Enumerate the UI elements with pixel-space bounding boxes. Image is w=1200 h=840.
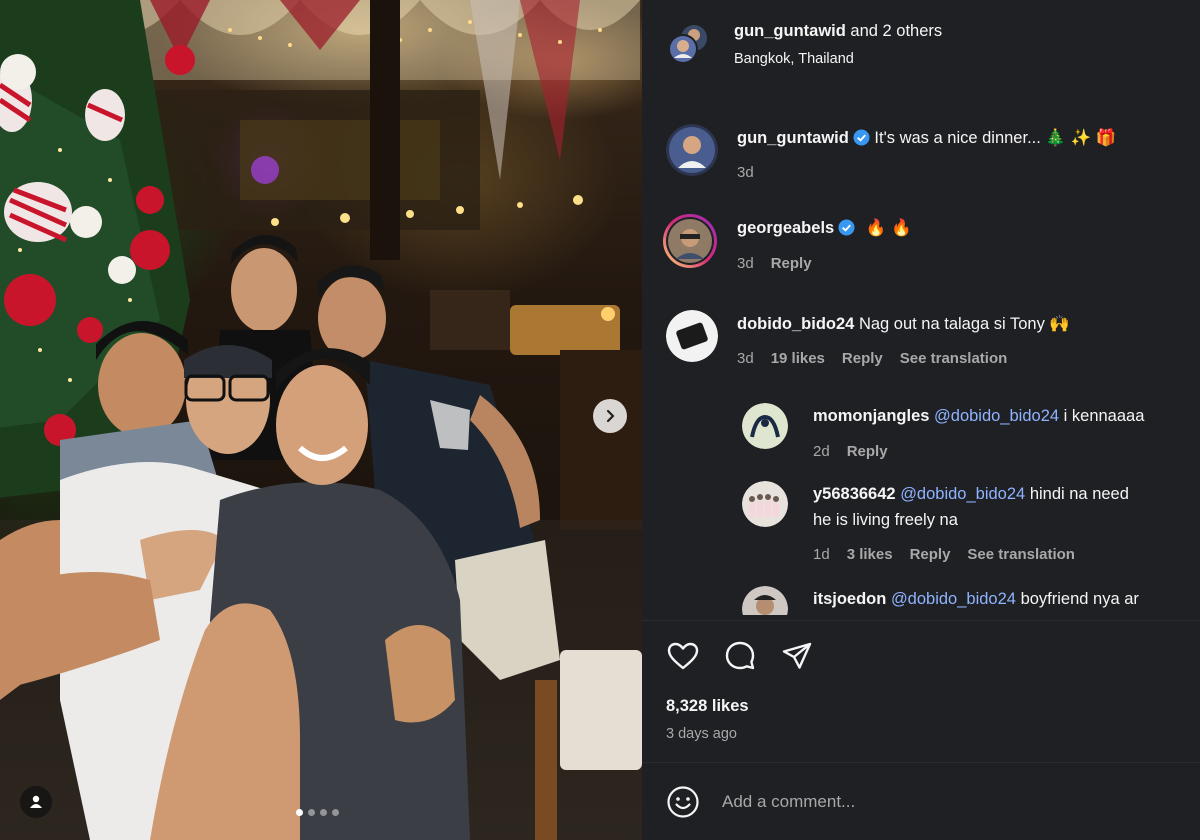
user-tag-icon [30, 795, 42, 808]
avatar[interactable] [662, 213, 718, 269]
post-location[interactable]: Bangkok, Thailand [734, 51, 854, 67]
post-photo[interactable] [0, 0, 642, 840]
carousel-dot [332, 809, 339, 816]
reply-mention[interactable]: @dobido_bido24 [891, 590, 1016, 608]
avatar[interactable] [742, 481, 788, 527]
caption-text: It's was a nice dinner... 🎄 ✨ 🎁 [874, 129, 1117, 147]
send-icon[interactable] [780, 639, 814, 673]
coauthors-link[interactable]: and 2 others [850, 22, 942, 40]
reply-likes[interactable]: 3 likes [847, 546, 893, 563]
reply-item: itsjoedon @dobido_bido24 boyfriend nya a… [742, 586, 1200, 615]
comment-time: 3d [737, 255, 754, 272]
add-comment-bar [642, 762, 1200, 840]
reply-button[interactable]: Reply [842, 350, 883, 367]
comment-item: georgeabels 🔥 🔥 3d Reply [662, 212, 1200, 276]
see-translation-button[interactable]: See translation [900, 350, 1008, 367]
avatar[interactable] [742, 586, 788, 615]
comments-list[interactable]: gun_guntawid It's was a nice dinner... 🎄… [642, 100, 1200, 615]
reply-mention[interactable]: @dobido_bido24 [934, 407, 1059, 425]
like-count[interactable]: 8,328 likes [666, 697, 749, 716]
reply-button[interactable]: Reply [847, 443, 888, 460]
caption-username[interactable]: gun_guntawid [737, 129, 849, 147]
comment-item: dobido_bido24 Nag out na talaga si Tony … [666, 310, 1200, 370]
post-actions: 8,328 likes 3 days ago [642, 620, 1200, 760]
photo-scene [0, 0, 642, 840]
post-time: 3 days ago [666, 726, 737, 742]
post-author-line[interactable]: gun_guntawid and 2 others [734, 22, 942, 41]
carousel-dot [320, 809, 327, 816]
reply-item: y56836642 @dobido_bido24 hindi na need h… [742, 481, 1200, 571]
next-slide-button[interactable] [593, 399, 627, 433]
tagged-users-button[interactable] [20, 786, 52, 818]
caption-time: 3d [737, 164, 754, 181]
comment-likes[interactable]: 19 likes [771, 350, 825, 367]
caption: gun_guntawid It's was a nice dinner... 🎄… [666, 124, 1200, 204]
comment-text: 🔥 🔥 [865, 219, 912, 237]
carousel-dot [308, 809, 315, 816]
carousel-indicator [296, 809, 339, 816]
reply-text-line2: he is living freely na [813, 511, 958, 529]
comment-username[interactable]: dobido_bido24 [737, 315, 854, 333]
reply-button[interactable]: Reply [771, 255, 812, 272]
comment-text: Nag out na talaga si Tony 🙌 [858, 315, 1070, 333]
reply-username[interactable]: y56836642 [813, 485, 896, 503]
chevron-right-icon [606, 409, 615, 423]
reply-text: i kennaaaa [1063, 407, 1145, 425]
avatar[interactable] [666, 310, 718, 362]
reply-item: momonjangles @dobido_bido24 i kennaaaa 2… [742, 403, 1200, 463]
comment-time: 3d [737, 350, 754, 367]
reply-username[interactable]: itsjoedon [813, 590, 886, 608]
reply-text: boyfriend nya ar [1020, 590, 1139, 608]
reply-username[interactable]: momonjangles [813, 407, 929, 425]
heart-icon[interactable] [666, 639, 700, 673]
collab-avatar[interactable] [666, 22, 710, 66]
comment-username[interactable]: georgeabels [737, 219, 834, 237]
reply-time: 1d [813, 546, 830, 563]
post-details-panel: gun_guntawid and 2 others Bangkok, Thail… [642, 0, 1200, 840]
reply-mention[interactable]: @dobido_bido24 [900, 485, 1025, 503]
smiley-icon[interactable] [666, 785, 700, 819]
comment-input[interactable] [722, 785, 1172, 819]
post-header: gun_guntawid and 2 others Bangkok, Thail… [642, 0, 1200, 90]
reply-button[interactable]: Reply [910, 546, 951, 563]
verified-badge-icon [853, 129, 870, 146]
see-translation-button[interactable]: See translation [967, 546, 1075, 563]
reply-text: hindi na need [1029, 485, 1129, 503]
carousel-dot [296, 809, 303, 816]
avatar[interactable] [742, 403, 788, 449]
avatar[interactable] [666, 124, 718, 176]
author-username[interactable]: gun_guntawid [734, 22, 846, 40]
reply-time: 2d [813, 443, 830, 460]
verified-badge-icon [838, 219, 855, 236]
comment-icon[interactable] [723, 639, 757, 673]
